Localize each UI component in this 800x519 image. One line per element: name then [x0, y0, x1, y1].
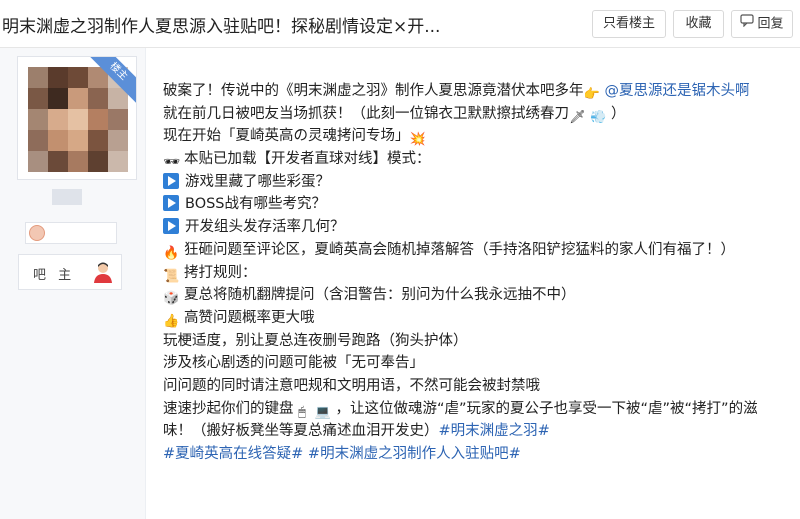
forum-owner-card: 吧 主 [18, 254, 122, 290]
post-text: 现在开始「夏崎英高の灵魂拷问专场」 [163, 128, 410, 145]
hashtag-link[interactable]: #明末渊虚之羽制作人入驻贴吧# [308, 446, 521, 462]
post-text: 玩梗适度，别让夏总连夜删号跑路（狗头护体） [163, 332, 468, 349]
avatar[interactable] [28, 67, 128, 172]
post-line: 🕶 本贴已加载【开发者直球对线】模式： [163, 148, 793, 171]
post-text: ） [611, 105, 626, 122]
post-text: 破案了！传说中的《明末渊虚之羽》制作人夏思源竟潜伏本吧多年 [163, 83, 584, 99]
post-text: 开发组头发存活率几何？ [185, 219, 345, 236]
hashtag-link[interactable]: #夏崎英高在线答疑# [163, 446, 303, 462]
post-line: 涉及核心剧透的问题可能被「无可奉告」 [163, 352, 793, 375]
post-line: 开发组头发存活率几何？ [163, 216, 793, 239]
post-text: ，让这位做魂游“虐”玩家的夏公子也享受一下被“虐”被“拷打”的滋 [335, 400, 758, 417]
reply-label: 回复 [757, 16, 784, 32]
dagger-icon: 🗡 [569, 109, 586, 125]
dice-icon: 🎲 [163, 291, 180, 307]
favorite-button[interactable]: 收藏 [673, 10, 724, 38]
post-text: 味！（搬好板凳坐等夏总痛述血泪开发史） [163, 423, 439, 440]
post-line: 玩梗适度，别让夏总连夜删号跑路（狗头护体） [163, 330, 793, 353]
mention-link[interactable]: @夏思源还是锯木头啊 [605, 83, 750, 99]
mouse-icon: 🖱 [298, 404, 306, 420]
post-text: 高赞问题概率更大哦 [184, 309, 315, 326]
pointing-hand-icon: 👉 [583, 87, 601, 102]
goggles-icon: 🕶 [163, 155, 180, 171]
post-text: BOSS战有哪些考究？ [185, 196, 327, 213]
explosion-icon: 💥 [409, 132, 427, 148]
post-text: 夏总将随机翻牌提问（含泪警告：别问为什么我永远抽不中） [184, 287, 576, 304]
level-icon [29, 225, 45, 241]
hashtag-link[interactable]: #明末渊虚之羽# [439, 423, 550, 439]
scroll-icon: 📜 [163, 268, 180, 284]
post-text: 速速抄起你们的键盘 [163, 400, 294, 417]
post-line: 速速抄起你们的键盘 🖱 💻 ，让这位做魂游“虐”玩家的夏公子也享受一下被“虐”被“拷打… [163, 398, 793, 421]
post-line: 现在开始「夏崎英高の灵魂拷问专场」💥 [163, 125, 793, 148]
post-line: 📜 拷打规则： [163, 262, 793, 285]
forum-owner-label: 吧 主 [33, 268, 76, 283]
reply-button[interactable]: 回复 [731, 10, 793, 38]
post-text: 问问题的同时请注意吧规和文明用语，不然可能会被封禁哦 [163, 377, 540, 394]
user-icon [91, 260, 115, 284]
post-line: 味！（搬好板凳坐等夏总痛述血泪开发史）#明末渊虚之羽# [163, 420, 793, 443]
post-line: 就在前几日被吧友当场抓获！（此刻一位锦衣卫默默擦拭绣春刀🗡 💨） [163, 103, 793, 126]
post-text: 涉及核心剧透的问题可能被「无可奉告」 [163, 355, 424, 372]
post-line: 👍 高赞问题概率更大哦 [163, 307, 793, 330]
author-panel: 楼主 吧 主 [0, 48, 146, 519]
sweat-icon: 💨 [590, 109, 607, 125]
post-text: 就在前几日被吧友当场抓获！（此刻一位锦衣卫默默擦拭绣春刀 [163, 105, 569, 122]
post-header: 明末渊虚之羽制作人夏思源入驻贴吧！探秘剧情设定×开... 只看楼主 收藏 回复 [0, 0, 800, 48]
username[interactable] [52, 189, 82, 205]
only-louzhu-button[interactable]: 只看楼主 [592, 10, 666, 38]
post-line: 🎲 夏总将随机翻牌提问（含泪警告：别问为什么我永远抽不中） [163, 284, 793, 307]
play-icon [163, 218, 179, 235]
post-title: 明末渊虚之羽制作人夏思源入驻贴吧！探秘剧情设定×开... [2, 17, 441, 37]
post-line: BOSS战有哪些考究？ [163, 193, 793, 216]
avatar-frame[interactable]: 楼主 [17, 56, 137, 180]
post-text: 拷打规则： [184, 264, 257, 281]
level-badge[interactable] [25, 222, 117, 244]
post-line: 🔥 狂砸问题至评论区，夏崎英高会随机掉落解答（手持洛阳铲挖猛料的家人们有福了！） [163, 239, 793, 262]
laptop-icon: 💻 [314, 404, 332, 420]
play-icon [163, 195, 179, 212]
post-text: 本贴已加载【开发者直球对线】模式： [184, 151, 431, 168]
post-text: 游戏里藏了哪些彩蛋？ [185, 173, 330, 190]
post-line: 问问题的同时请注意吧规和文明用语，不然可能会被封禁哦 [163, 375, 793, 398]
thumbs-up-icon: 👍 [163, 313, 180, 329]
reply-icon [740, 11, 755, 37]
post-content: 破案了！传说中的《明末渊虚之羽》制作人夏思源竟潜伏本吧多年👉 @夏思源还是锯木头啊… [163, 80, 793, 466]
play-icon [163, 172, 179, 189]
post-line: 游戏里藏了哪些彩蛋？ [163, 171, 793, 194]
post-text: 狂砸问题至评论区，夏崎英高会随机掉落解答（手持洛阳铲挖猛料的家人们有福了！） [184, 241, 735, 258]
post-line: 破案了！传说中的《明末渊虚之羽》制作人夏思源竟潜伏本吧多年👉 @夏思源还是锯木头啊 [163, 80, 793, 103]
post-line: #夏崎英高在线答疑# #明末渊虚之羽制作人入驻贴吧# [163, 443, 793, 466]
fire-icon: 🔥 [163, 245, 180, 261]
